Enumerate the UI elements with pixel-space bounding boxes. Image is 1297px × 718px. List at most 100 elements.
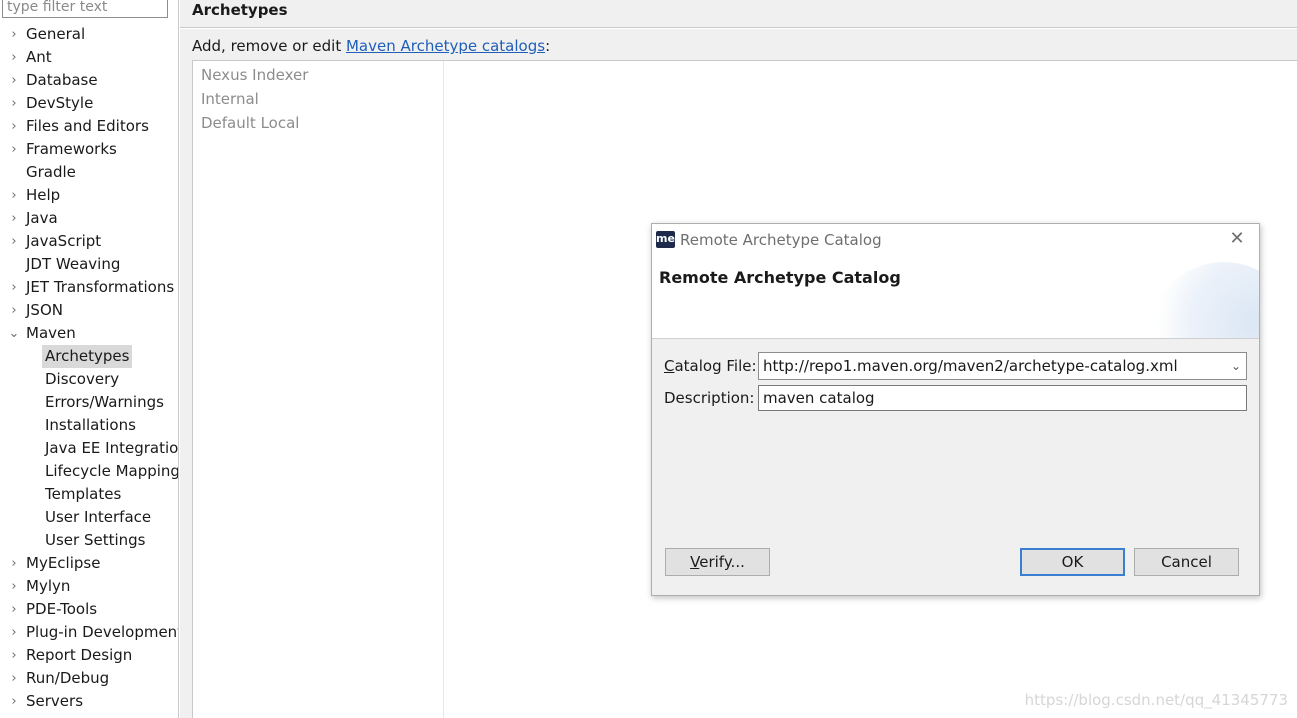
collapsed-chevron-icon[interactable]: › [8,552,20,575]
tree-item-errors-warnings[interactable]: Errors/Warnings [8,391,178,414]
catalog-file-label: Catalog File: [664,355,757,377]
collapsed-chevron-icon[interactable]: › [8,690,20,713]
remote-archetype-catalog-dialog: me Remote Archetype Catalog ✕ Remote Arc… [651,223,1260,596]
tree-item-servers[interactable]: › Servers [8,690,178,713]
description-field[interactable]: maven catalog [758,385,1247,411]
tree-item-jdt-weaving[interactable]: JDT Weaving [8,253,178,276]
tree-item-myeclipse[interactable]: › MyEclipse [8,552,178,575]
tree-item-label: Maven [26,324,76,342]
tree-item-pde-tools[interactable]: › PDE-Tools [8,598,178,621]
tree-item-label: Gradle [26,163,76,181]
catalog-item-default-local[interactable]: Default Local [201,112,299,134]
dialog-titlebar[interactable]: me Remote Archetype Catalog ✕ [652,224,1259,256]
tree-item-label: Archetypes [42,345,133,368]
collapsed-chevron-icon[interactable]: › [8,46,20,69]
tree-item-database[interactable]: › Database [8,69,178,92]
tree-item-label: JSON [26,301,63,319]
collapsed-chevron-icon[interactable]: › [8,621,20,644]
tree-item-label: Installations [45,416,136,434]
tree-item-mylyn[interactable]: › Mylyn [8,575,178,598]
tree-item-discovery[interactable]: Discovery [8,368,178,391]
collapsed-chevron-icon[interactable]: › [8,115,20,138]
collapsed-chevron-icon[interactable]: › [8,230,20,253]
archetype-catalogs-link[interactable]: Maven Archetype catalogs [346,37,545,55]
collapsed-chevron-icon[interactable]: › [8,575,20,598]
catalog-list[interactable]: Nexus Indexer Internal Default Local [193,61,444,718]
tree-item-user-interface[interactable]: User Interface [8,506,178,529]
collapsed-chevron-icon[interactable]: › [8,23,20,46]
preferences-tree: type filter text › General › Ant › Database › D… [0,0,179,718]
tree-item-installations[interactable]: Installations [8,414,178,437]
collapsed-chevron-icon[interactable]: › [8,299,20,322]
verify-button[interactable]: Verify... [665,548,770,576]
description-suffix: : [545,37,551,55]
tree-item-archetypes[interactable]: Archetypes [8,345,178,368]
tree-item-javascript[interactable]: › JavaScript [8,230,178,253]
catalog-item-nexus-indexer[interactable]: Nexus Indexer [201,64,308,86]
collapsed-chevron-icon[interactable]: › [8,92,20,115]
tree-item-maven[interactable]: ⌄ Maven [8,322,178,345]
close-icon[interactable]: ✕ [1227,229,1247,249]
tree-item-label: Servers [26,692,84,710]
tree-item-lifecycle-mappings[interactable]: Lifecycle Mappings [8,460,178,483]
collapsed-chevron-icon[interactable]: › [8,667,20,690]
verify-mnemonic: V [690,553,700,571]
tree-item-label: Database [26,71,98,89]
watermark: https://blog.csdn.net/qq_41345773 [1024,691,1288,709]
tree-item-general[interactable]: › General [8,23,178,46]
tree-item-label: JET Transformations [26,278,175,296]
catalog-file-combo[interactable]: http://repo1.maven.org/maven2/archetype-… [758,352,1247,380]
tree-item-label: JavaScript [26,232,102,250]
tree-item-label: Errors/Warnings [45,393,164,411]
tree-item-files-and-editors[interactable]: › Files and Editors [8,115,178,138]
chevron-down-icon[interactable]: ⌄ [1228,356,1244,376]
tree-item-label: Ant [26,48,52,66]
page-title: Archetypes [192,1,288,19]
tree-item-help[interactable]: › Help [8,184,178,207]
tree-item-label: Help [26,186,61,204]
tree-item-label: Templates [45,485,122,503]
tree-item-jet-transformations[interactable]: › JET Transformations [8,276,178,299]
expanded-chevron-icon[interactable]: ⌄ [8,322,20,345]
collapsed-chevron-icon[interactable]: › [8,69,20,92]
cancel-button[interactable]: Cancel [1134,548,1239,576]
collapsed-chevron-icon[interactable]: › [8,276,20,299]
ok-button[interactable]: OK [1020,548,1125,576]
tree-item-plug-in-development[interactable]: › Plug-in Development [8,621,178,644]
tree-item-ant[interactable]: › Ant [8,46,178,69]
dialog-banner: Remote Archetype Catalog [652,256,1259,339]
tree-item-label: User Settings [45,531,146,549]
collapsed-chevron-icon[interactable]: › [8,184,20,207]
tree-item-frameworks[interactable]: › Frameworks [8,138,178,161]
tree-item-label: JDT Weaving [26,255,121,273]
tree-item-user-settings[interactable]: User Settings [8,529,178,552]
tree-item-devstyle[interactable]: › DevStyle [8,92,178,115]
myeclipse-icon: me [656,231,675,248]
tree-item-label: Java EE Integration [45,439,179,457]
tree-item-label: Frameworks [26,140,117,158]
verify-label: erify... [699,553,745,571]
catalog-file-label-text: atalog File: [674,357,757,375]
tree-item-label: PDE-Tools [26,600,98,618]
description-prefix: Add, remove or edit [192,37,346,55]
catalog-item-internal[interactable]: Internal [201,88,259,110]
filter-input[interactable]: type filter text [2,0,168,18]
tree-item-label: Report Design [26,646,133,664]
tree-item-java-ee-integration[interactable]: Java EE Integration [8,437,178,460]
description-label: Description: [664,389,755,407]
tree-item-report-design[interactable]: › Report Design [8,644,178,667]
tree-item-templates[interactable]: Templates [8,483,178,506]
collapsed-chevron-icon[interactable]: › [8,644,20,667]
page-description: Add, remove or edit Maven Archetype cata… [192,36,550,56]
collapsed-chevron-icon[interactable]: › [8,138,20,161]
tree-item-label: Discovery [45,370,120,388]
collapsed-chevron-icon[interactable]: › [8,207,20,230]
collapsed-chevron-icon[interactable]: › [8,598,20,621]
tree-item-run-debug[interactable]: › Run/Debug [8,667,178,690]
tree-item-label: General [26,25,86,43]
tree-item-label: Java [26,209,58,227]
tree-item-java[interactable]: › Java [8,207,178,230]
tree-item-gradle[interactable]: Gradle [8,161,178,184]
tree-item-json[interactable]: › JSON [8,299,178,322]
tree-item-label: Run/Debug [26,669,110,687]
